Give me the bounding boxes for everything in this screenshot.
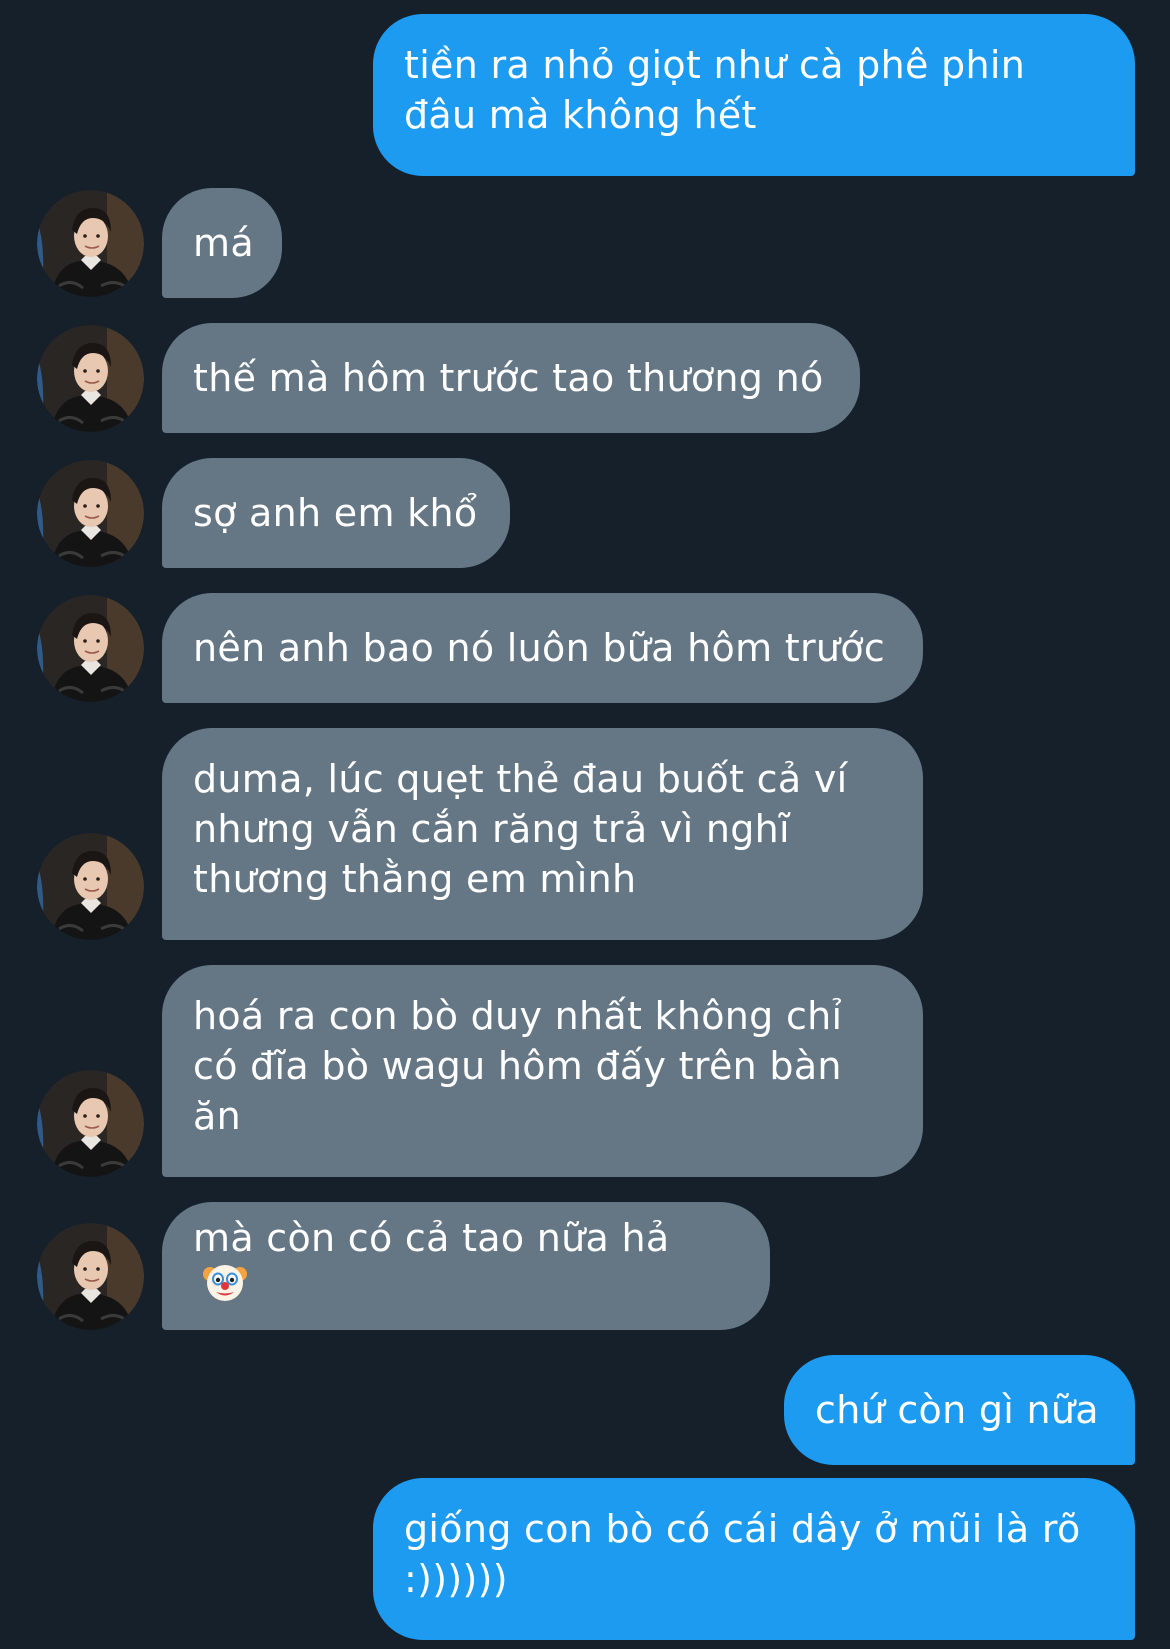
contact-avatar[interactable] [37, 325, 144, 432]
message-bubble-received[interactable]: má [162, 188, 282, 298]
message-text: chứ còn gì nữa [815, 1388, 1099, 1432]
message-text: má [193, 221, 254, 265]
message-text: hoá ra con bò duy nhất không chỉ có đĩa … [193, 994, 843, 1138]
message-bubble-received[interactable]: duma, lúc quẹt thẻ đau buốt cả ví nhưng … [162, 728, 923, 940]
message-text: thế mà hôm trước tao thương nó [193, 356, 824, 400]
message-bubble-received[interactable]: thế mà hôm trước tao thương nó [162, 323, 860, 433]
message-bubble-received[interactable]: hoá ra con bò duy nhất không chỉ có đĩa … [162, 965, 923, 1177]
contact-avatar[interactable] [37, 833, 144, 940]
message-text: nên anh bao nó luôn bữa hôm trước [193, 626, 886, 670]
message-thread: tiền ra nhỏ giọt như cà phê phin đâu mà … [0, 0, 1170, 1649]
contact-avatar[interactable] [37, 1223, 144, 1330]
message-bubble-sent[interactable]: giống con bò có cái dây ở mũi là rõ :)))… [373, 1478, 1135, 1640]
contact-avatar[interactable] [37, 190, 144, 297]
message-bubble-received[interactable]: nên anh bao nó luôn bữa hôm trước [162, 593, 923, 703]
contact-avatar[interactable] [37, 595, 144, 702]
message-text: giống con bò có cái dây ở mũi là rõ :)))… [404, 1507, 1081, 1601]
message-bubble-sent[interactable]: tiền ra nhỏ giọt như cà phê phin đâu mà … [373, 14, 1135, 176]
message-text-body: mà còn có cả tao nữa hả [193, 1216, 670, 1260]
contact-avatar[interactable] [37, 1070, 144, 1177]
message-bubble-received[interactable]: sợ anh em khổ [162, 458, 510, 568]
contact-avatar[interactable] [37, 460, 144, 567]
message-text: mà còn có cả tao nữa hả [193, 1213, 669, 1319]
message-text: tiền ra nhỏ giọt như cà phê phin đâu mà … [404, 43, 1026, 137]
message-text: sợ anh em khổ [193, 491, 478, 535]
message-bubble-sent[interactable]: chứ còn gì nữa [784, 1355, 1135, 1465]
clown-face-icon [203, 1260, 669, 1316]
message-text: duma, lúc quẹt thẻ đau buốt cả ví nhưng … [193, 757, 848, 901]
message-bubble-received[interactable]: mà còn có cả tao nữa hả [162, 1202, 770, 1330]
